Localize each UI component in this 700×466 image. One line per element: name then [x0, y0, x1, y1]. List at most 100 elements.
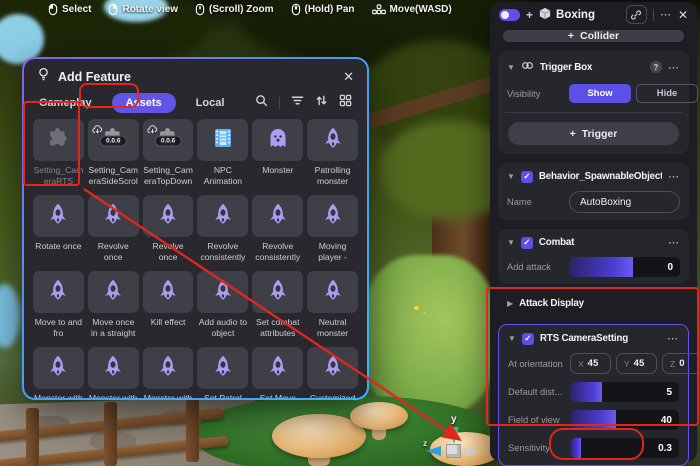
- close-icon[interactable]: ✕: [678, 8, 688, 22]
- asset-tile[interactable]: Revolve consistently v...: [197, 195, 248, 263]
- inspector-panel: + Boxing ⋯ ✕ + Collider ▼ Trigger Box ? …: [490, 2, 697, 461]
- more-icon[interactable]: ⋯: [668, 170, 680, 183]
- tab-gameplay[interactable]: Gameplay: [39, 97, 92, 109]
- more-icon[interactable]: ⋯: [668, 236, 680, 249]
- tab-assets[interactable]: Assets: [112, 93, 176, 113]
- orientation-y-input[interactable]: Y 45: [616, 353, 657, 374]
- chevron-down-icon[interactable]: ▼: [507, 238, 515, 247]
- toolbar-item-scroll-zoom[interactable]: (Scroll) Zoom: [195, 3, 273, 16]
- name-input[interactable]: AutoBoxing: [569, 191, 680, 213]
- asset-tile[interactable]: Set Patrol: [197, 347, 248, 398]
- rocket-icon: [266, 278, 290, 307]
- toolbar-item-label: Rotate view: [122, 4, 178, 15]
- grid-view-icon[interactable]: [339, 94, 352, 112]
- close-icon[interactable]: ✕: [343, 69, 354, 85]
- behavior-section: ▼ ✓ Behavior_SpawnableObjectMarker ⋯ Nam…: [498, 163, 689, 220]
- asset-tile[interactable]: Monster with: [143, 347, 194, 398]
- more-icon[interactable]: ⋯: [667, 332, 679, 345]
- dialog-tabs: Gameplay Assets Local: [24, 90, 367, 116]
- section-title: Behavior_SpawnableObjectMarker: [539, 171, 662, 182]
- orientation-x-input[interactable]: X 45: [570, 353, 611, 374]
- asset-tile[interactable]: Monster with: [33, 347, 84, 398]
- film-icon: [211, 126, 235, 155]
- version-badge: 0.0.6: [155, 135, 181, 146]
- search-icon[interactable]: [255, 94, 268, 112]
- rocket-icon: [211, 354, 235, 383]
- add-attack-slider[interactable]: 0: [569, 257, 680, 277]
- active-toggle[interactable]: [499, 9, 520, 21]
- toolbar-item-move-wasd[interactable]: Move(WASD): [372, 4, 452, 15]
- viewport-toolbar: Select Rotate view (Scroll) Zoom (Hold) …: [48, 3, 452, 16]
- default-distance-slider[interactable]: 5: [570, 382, 679, 402]
- asset-tile[interactable]: 0.0.6 Setting_CameraTopDown: [143, 119, 194, 187]
- transform-gizmo[interactable]: y z: [423, 414, 495, 466]
- asset-tile[interactable]: Revolve consistently h...: [252, 195, 303, 263]
- toolbar-item-rotate-view[interactable]: Rotate view: [108, 3, 178, 16]
- gizmo-y-axis[interactable]: [449, 427, 459, 444]
- field-of-view-label: Field of view: [508, 415, 570, 425]
- checkbox-checked-icon[interactable]: ✓: [521, 171, 533, 183]
- asset-tile-label: Neutral monster: [307, 317, 358, 339]
- asset-tile[interactable]: Neutral monster: [307, 271, 358, 339]
- asset-tile[interactable]: Monster: [252, 119, 303, 187]
- toolbar-item-hold-pan[interactable]: (Hold) Pan: [291, 3, 355, 16]
- chevron-down-icon[interactable]: ▼: [507, 172, 515, 181]
- chevron-down-icon[interactable]: ▼: [508, 334, 516, 343]
- asset-tile[interactable]: Monster with: [88, 347, 139, 398]
- asset-tile[interactable]: Move to and fro: [33, 271, 84, 339]
- rocket-icon: [46, 354, 70, 383]
- gizmo-center-cube[interactable]: [446, 444, 461, 458]
- toolbar-item-select[interactable]: Select: [48, 3, 91, 16]
- rocket-icon: [156, 278, 180, 307]
- asset-tile[interactable]: Revolve once vertically: [88, 195, 139, 263]
- plus-icon: +: [568, 30, 574, 42]
- filter-icon[interactable]: [291, 94, 304, 112]
- more-icon[interactable]: ⋯: [660, 8, 672, 21]
- asset-tile-label: Patrolling monster: [307, 165, 358, 187]
- asset-tile[interactable]: Rotate once: [33, 195, 84, 263]
- asset-tile[interactable]: Kill effect: [143, 271, 194, 339]
- sensitivity-slider[interactable]: 0.3: [570, 438, 679, 458]
- asset-tile[interactable]: Patrolling monster: [307, 119, 358, 187]
- asset-tile[interactable]: Customized: [307, 347, 358, 398]
- version-badge: 0.0.6: [100, 135, 126, 146]
- asset-tile[interactable]: 0.0.6 Setting_CameraSideScroll: [88, 119, 139, 187]
- show-button[interactable]: Show: [569, 84, 631, 103]
- asset-tile[interactable]: Moving player - killing gear: [307, 195, 358, 263]
- checkbox-checked-icon[interactable]: ✓: [522, 333, 534, 345]
- asset-tile[interactable]: Add audio to object: [197, 271, 248, 339]
- add-collider-button[interactable]: + Collider: [503, 30, 684, 42]
- chevron-down-icon[interactable]: ▼: [507, 63, 515, 72]
- asset-tile-label: Setting_CameraTopDown: [143, 165, 194, 187]
- asset-tile[interactable]: Set Move: [252, 347, 303, 398]
- sort-icon[interactable]: [315, 94, 328, 112]
- gizmo-z-axis[interactable]: [426, 446, 441, 456]
- asset-tile[interactable]: Set combat attributes: [252, 271, 303, 339]
- link-icon[interactable]: [626, 5, 647, 24]
- editor-viewport: Select Rotate view (Scroll) Zoom (Hold) …: [0, 0, 700, 466]
- checkbox-checked-icon[interactable]: ✓: [521, 237, 533, 249]
- plus-icon[interactable]: +: [526, 8, 533, 22]
- asset-tile-label: Set Patrol: [197, 393, 248, 398]
- gizmo-x-axis[interactable]: [465, 447, 480, 457]
- asset-tile[interactable]: Revolve once horizontally: [143, 195, 194, 263]
- field-of-view-slider[interactable]: 40: [570, 410, 679, 430]
- attack-display-section[interactable]: ▶ Attack Display: [498, 292, 689, 315]
- asset-tile-label: Setting_CameraRTS: [33, 165, 84, 187]
- asset-tile-label: Revolve consistently h...: [252, 241, 303, 263]
- tab-local[interactable]: Local: [196, 97, 225, 109]
- object-title: Boxing: [556, 9, 595, 21]
- gizmo-y-label: y: [451, 414, 457, 425]
- orientation-z-input[interactable]: Z 0: [662, 353, 700, 374]
- help-icon[interactable]: ?: [650, 61, 662, 73]
- add-trigger-button[interactable]: + Trigger: [508, 122, 679, 145]
- asset-tile-label: Add audio to object: [197, 317, 248, 339]
- hide-button[interactable]: Hide: [636, 84, 698, 103]
- more-icon[interactable]: ⋯: [668, 61, 680, 74]
- asset-tile[interactable]: Setting_CameraRTS: [33, 119, 84, 187]
- orientation-label: At orientation: [508, 359, 570, 369]
- asset-tile[interactable]: NPC Animation: [197, 119, 248, 187]
- asset-tile[interactable]: Move once in a straight line: [88, 271, 139, 339]
- mouse-left-icon: [48, 3, 58, 16]
- divider: [653, 9, 654, 21]
